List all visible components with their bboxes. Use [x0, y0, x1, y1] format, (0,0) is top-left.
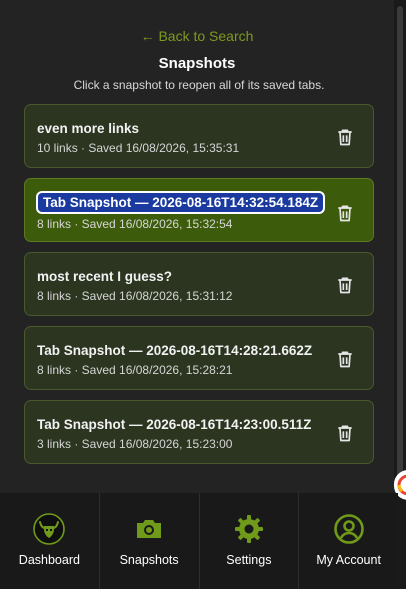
snapshot-list: even more links 10 links · Saved 16/08/2…	[24, 104, 374, 474]
scrollbar-thumb[interactable]	[397, 6, 403, 476]
snapshot-meta: 10 links · Saved 16/08/2026, 15:35:31	[37, 141, 240, 155]
trash-icon[interactable]	[335, 423, 355, 443]
snapshot-name: Tab Snapshot — 2026-08-16T14:23:00.511Z	[37, 417, 312, 432]
nav-label: Dashboard	[18, 553, 80, 567]
snapshot-meta: 8 links · Saved 16/08/2026, 15:28:21	[37, 363, 233, 377]
trash-icon[interactable]	[335, 127, 355, 147]
trash-icon[interactable]	[335, 275, 355, 295]
snapshot-card[interactable]: Tab Snapshot — 2026-08-16T14:28:21.662Z …	[24, 326, 374, 390]
trash-icon[interactable]	[335, 349, 355, 369]
snapshot-name: even more links	[37, 121, 140, 136]
nav-snapshots[interactable]: Snapshots	[98, 493, 199, 589]
viking-logo-icon	[33, 513, 66, 545]
snapshot-name: Tab Snapshot — 2026-08-16T14:28:21.662Z	[37, 343, 313, 358]
gear-icon	[234, 515, 263, 543]
camera-icon	[137, 520, 162, 538]
snapshot-card[interactable]: most recent I guess? 8 links · Saved 16/…	[24, 252, 374, 316]
trash-icon[interactable]	[335, 203, 355, 223]
nav-label: Snapshots	[119, 553, 179, 567]
bottom-nav: Dashboard Snapshots Settings My Account	[0, 493, 398, 589]
snapshot-name: Tab Snapshot — 2026-08-16T14:32:54.184Z	[36, 191, 326, 214]
snapshot-card[interactable]: even more links 10 links · Saved 16/08/2…	[24, 104, 374, 168]
snapshot-meta: 8 links · Saved 16/08/2026, 15:31:12	[37, 289, 233, 303]
page-title: Snapshots	[158, 55, 236, 72]
nav-dashboard[interactable]: Dashboard	[0, 493, 99, 589]
nav-my-account[interactable]: My Account	[298, 493, 398, 589]
snapshot-meta: 3 links · Saved 16/08/2026, 15:23:00	[37, 437, 233, 451]
snapshot-card[interactable]: Tab Snapshot — 2026-08-16T14:23:00.511Z …	[24, 400, 374, 464]
nav-label: Settings	[226, 553, 272, 567]
snapshot-card[interactable]: Tab Snapshot — 2026-08-16T14:32:54.184Z …	[24, 178, 374, 242]
nav-label: My Account	[316, 553, 381, 567]
back-to-search-link[interactable]: ← Back to Search	[0, 28, 394, 44]
user-circle-icon	[333, 514, 364, 544]
page-subtitle: Click a snapshot to reopen all of its sa…	[73, 78, 325, 92]
nav-settings[interactable]: Settings	[198, 493, 299, 589]
snapshot-name: most recent I guess?	[37, 269, 173, 284]
snapshot-meta: 8 links · Saved 16/08/2026, 15:32:54	[37, 217, 233, 231]
